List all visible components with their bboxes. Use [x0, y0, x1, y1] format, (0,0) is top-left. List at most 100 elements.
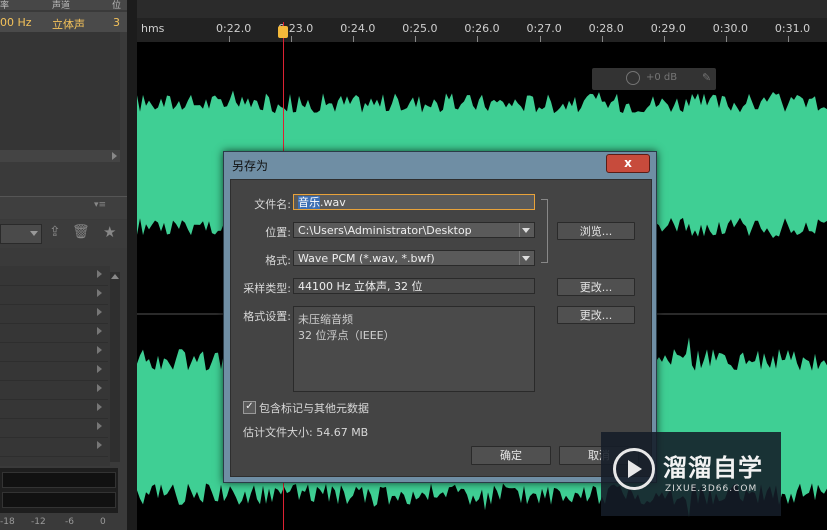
star-icon[interactable]: ★	[103, 223, 116, 241]
effects-vscrollbar[interactable]	[110, 272, 120, 462]
sample-type-value: 44100 Hz 立体声, 32 位	[298, 280, 423, 293]
watermark-name: 溜溜自学	[663, 454, 763, 482]
chevron-down-icon	[30, 231, 38, 236]
meter-tick: -18	[0, 517, 15, 527]
meter-bar-left	[2, 472, 116, 488]
bracket-line	[541, 199, 548, 263]
play-icon	[628, 460, 642, 478]
panel-menu-icon[interactable]: ▾≡	[94, 200, 106, 210]
meter-tick: 0	[100, 517, 106, 527]
time-ruler[interactable]: hms 0:22.0 0:23.0 0:24.0 0:25.0 0:26.0 0:27.0…	[137, 18, 827, 42]
trash-icon[interactable]: 🗑	[72, 224, 90, 240]
list-item[interactable]	[0, 399, 108, 419]
ruler-tick-label: 0:29.0	[650, 22, 686, 35]
ruler-tick-label: 0:26.0	[464, 22, 500, 35]
list-item[interactable]	[0, 266, 108, 286]
effects-list	[0, 266, 110, 466]
chevron-down-icon	[519, 223, 532, 237]
location-value: C:\Users\Administrator\Desktop	[298, 224, 472, 237]
expand-arrow-icon[interactable]	[97, 365, 102, 373]
metadata-checkbox-label[interactable]: 包含标记与其他元数据	[259, 400, 369, 416]
ruler-tick-label: 0:28.0	[588, 22, 624, 35]
pin-icon[interactable]: ✎	[702, 71, 711, 84]
playhead-marker[interactable]	[278, 26, 288, 38]
effects-toolbar: ⇪ 🗑 ★	[0, 220, 127, 248]
file-row[interactable]: 00 Hz 立体声 3	[0, 12, 127, 32]
settings-line: 32 位浮点（IEEE）	[298, 329, 395, 342]
expand-arrow-icon[interactable]	[97, 346, 102, 354]
expand-arrow-icon[interactable]	[97, 308, 102, 316]
location-label: 位置:	[265, 226, 291, 239]
scroll-up-icon[interactable]	[111, 274, 119, 279]
close-button[interactable]: x	[606, 154, 650, 173]
scroll-right-icon[interactable]	[112, 152, 117, 160]
expand-arrow-icon[interactable]	[97, 403, 102, 411]
list-item[interactable]	[0, 285, 108, 305]
chevron-down-icon	[519, 251, 532, 265]
file-channels: 立体声	[52, 18, 85, 31]
expand-arrow-icon[interactable]	[97, 289, 102, 297]
save-as-dialog: 另存为 x 文件名: 音乐.wav 位置: C:\Users\Administr…	[223, 151, 657, 483]
volume-knob-icon[interactable]	[626, 71, 640, 85]
format-value: Wave PCM (*.wav, *.bwf)	[298, 252, 435, 265]
format-settings-label: 格式设置:	[243, 310, 291, 323]
browse-button[interactable]: 浏览...	[557, 222, 635, 240]
ruler-tick-label: 0:25.0	[402, 22, 438, 35]
settings-line: 未压缩音频	[298, 313, 353, 326]
list-item[interactable]	[0, 380, 108, 400]
header-rate[interactable]: 率	[0, 0, 9, 11]
meter-tick: -12	[31, 517, 46, 527]
meter-scale: -18 -12 -6 0	[0, 515, 118, 530]
list-item[interactable]	[0, 361, 108, 381]
change-sample-button[interactable]: 更改...	[557, 278, 635, 296]
location-dropdown[interactable]: C:\Users\Administrator\Desktop	[293, 222, 535, 238]
ruler-unit: hms	[141, 22, 165, 35]
sample-type-field: 44100 Hz 立体声, 32 位	[293, 278, 535, 294]
level-meter	[0, 468, 118, 513]
filename-ext: .wav	[320, 196, 346, 209]
preset-dropdown[interactable]	[0, 224, 42, 244]
header-channels[interactable]: 声道	[52, 0, 70, 11]
files-hscrollbar[interactable]	[0, 150, 120, 162]
header-bits[interactable]: 位	[112, 0, 121, 11]
ruler-tick-label: 0:30.0	[712, 22, 748, 35]
dialog-body: 文件名: 音乐.wav 位置: C:\Users\Administrator\D…	[230, 179, 652, 477]
file-bits: 3	[113, 16, 120, 29]
ruler-tick-label: 0:31.0	[774, 22, 811, 35]
expand-arrow-icon[interactable]	[97, 441, 102, 449]
list-item[interactable]	[0, 342, 108, 362]
expand-arrow-icon[interactable]	[97, 422, 102, 430]
filename-selected: 音乐	[298, 196, 320, 209]
watermark: 溜溜自学 ZIXUE.3D66.COM	[601, 432, 781, 516]
list-item[interactable]	[0, 323, 108, 343]
filename-field[interactable]: 音乐.wav	[293, 194, 535, 210]
metadata-checkbox[interactable]: ✓	[243, 401, 256, 414]
list-item[interactable]	[0, 418, 108, 438]
ruler-tick-label: 0:22.0	[216, 22, 252, 35]
volume-hud: +0 dB ✎	[592, 68, 716, 90]
expand-arrow-icon[interactable]	[97, 327, 102, 335]
format-dropdown[interactable]: Wave PCM (*.wav, *.bwf)	[293, 250, 535, 266]
filename-label: 文件名:	[254, 198, 291, 211]
import-icon[interactable]: ⇪	[49, 224, 61, 240]
meter-tick: -6	[65, 517, 74, 527]
format-label: 格式:	[265, 254, 291, 267]
panel-gap	[127, 0, 137, 530]
list-item[interactable]	[0, 437, 108, 457]
expand-arrow-icon[interactable]	[97, 384, 102, 392]
change-format-button[interactable]: 更改...	[557, 306, 635, 324]
files-list-area	[0, 32, 120, 150]
ruler-tick-label: 0:27.0	[526, 22, 562, 35]
file-rate: 00 Hz	[0, 16, 32, 29]
list-item[interactable]	[0, 304, 108, 324]
ruler-tick-label: 0:24.0	[340, 22, 376, 35]
panel-divider: ▾≡	[0, 196, 127, 219]
files-header: 率 声道 位	[0, 0, 127, 11]
expand-arrow-icon[interactable]	[97, 270, 102, 278]
volume-value: +0 dB	[646, 72, 678, 83]
dialog-title: 另存为	[232, 159, 269, 173]
estimated-size: 估计文件大小: 54.67 MB	[243, 426, 369, 439]
sample-type-label: 采样类型:	[243, 282, 291, 295]
format-settings-box: 未压缩音频 32 位浮点（IEEE）	[293, 306, 535, 392]
ok-button[interactable]: 确定	[471, 446, 551, 465]
